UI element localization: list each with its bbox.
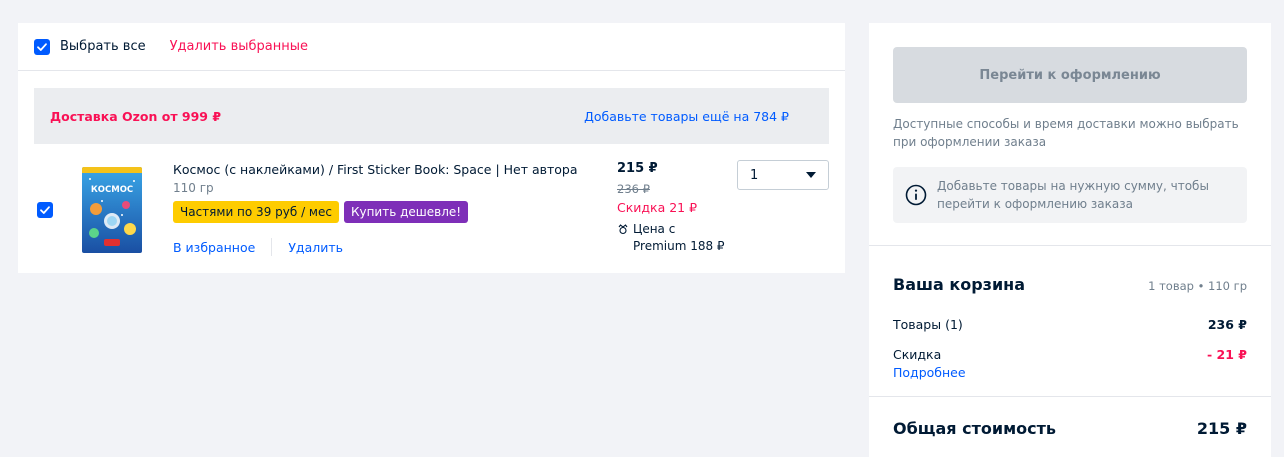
cover-title: КОСМОС: [91, 185, 133, 195]
select-all-label[interactable]: Выбрать все: [60, 39, 146, 54]
cart-item: КОСМОС Космос (с наклейками) / First Sti…: [18, 160, 845, 270]
item-actions: В избранное Удалить: [173, 238, 343, 256]
total-value: 215 ₽: [1196, 419, 1247, 438]
delivery-banner: Доставка Ozon от 999 ₽ Добавьте товары е…: [34, 88, 829, 144]
discount-label: Скидка: [893, 347, 942, 362]
info-icon: [905, 184, 927, 206]
premium-line2: Premium 188 ₽: [633, 239, 725, 253]
buy-cheaper-badge[interactable]: Купить дешевле!: [343, 201, 469, 223]
quantity-value: 1: [750, 167, 759, 183]
discount-value: - 21 ₽: [1207, 347, 1247, 362]
premium-icon: [618, 224, 628, 235]
check-icon: [40, 206, 50, 214]
delivery-title: Доставка Ozon от 999 ₽: [50, 108, 222, 124]
delete-item-link[interactable]: Удалить: [288, 240, 343, 255]
price-discount: Скидка 21 ₽: [617, 200, 698, 215]
product-image[interactable]: КОСМОС: [82, 167, 142, 253]
checkout-button[interactable]: Перейти к оформлению: [893, 47, 1247, 103]
price-old: 236 ₽: [617, 182, 650, 196]
select-all-checkbox[interactable]: [34, 38, 50, 55]
product-weight: 110 гр: [173, 181, 214, 195]
details-link[interactable]: Подробнее: [893, 365, 966, 380]
add-goods-link[interactable]: Добавьте товары ещё на 784 ₽: [584, 109, 789, 124]
item-badges: Частями по 39 руб / мес Купить дешевле!: [173, 201, 469, 223]
cart-page: Выбрать все Удалить выбранные Доставка O…: [0, 0, 1284, 457]
item-checkbox[interactable]: [37, 202, 53, 218]
total-divider: [869, 396, 1271, 397]
cart-items-panel: Выбрать все Удалить выбранные Доставка O…: [18, 23, 845, 273]
actions-divider: [271, 238, 273, 256]
order-summary-panel: Перейти к оформлению Доступные способы и…: [869, 23, 1271, 457]
premium-line1: Цена с: [633, 222, 676, 236]
price-current: 215 ₽: [617, 161, 658, 176]
total-label: Общая стоимость: [893, 419, 1057, 438]
installment-badge[interactable]: Частями по 39 руб / мес: [173, 201, 339, 223]
delivery-note: Доступные способы и время доставки можно…: [893, 117, 1239, 149]
check-icon: [37, 42, 47, 51]
cart-title: Ваша корзина: [893, 275, 1026, 294]
goods-label: Товары (1): [893, 317, 963, 332]
cart-meta: 1 товар • 110 гр: [1148, 279, 1247, 293]
quantity-select[interactable]: 1: [737, 160, 829, 190]
add-to-favorites-link[interactable]: В избранное: [173, 240, 255, 255]
price-block: 215 ₽ 236 ₽ Скидка 21 ₽ Цена с Premium 1…: [617, 161, 725, 255]
info-text: Добавьте товары на нужную сумму, чтобы п…: [937, 179, 1209, 211]
premium-price: Цена с Premium 188 ₽: [617, 221, 725, 255]
goods-value: 236 ₽: [1207, 317, 1247, 332]
info-box: Добавьте товары на нужную сумму, чтобы п…: [893, 167, 1247, 223]
delete-selected-link[interactable]: Удалить выбранные: [170, 39, 308, 54]
chevron-down-icon: [806, 172, 816, 178]
product-title[interactable]: Космос (с наклейками) / First Sticker Bo…: [173, 162, 578, 177]
panel-divider: [869, 245, 1271, 246]
select-bar: Выбрать все Удалить выбранные: [18, 23, 845, 71]
